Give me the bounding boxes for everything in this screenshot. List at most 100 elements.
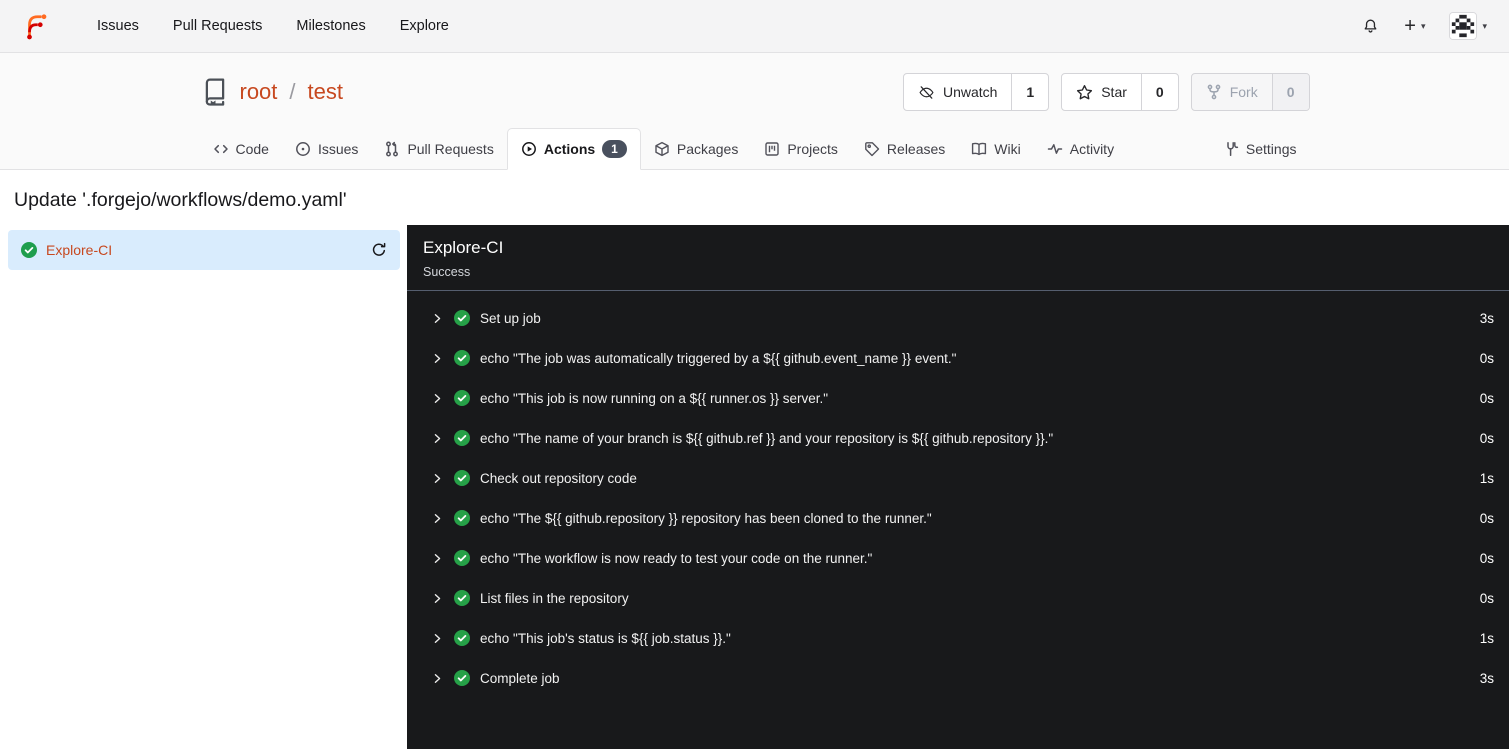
navbar-right: + ▾ ▾ xyxy=(1361,12,1487,40)
step-duration: 0s xyxy=(1479,350,1494,366)
nav-item-pull-requests[interactable]: Pull Requests xyxy=(156,18,279,34)
tab-settings[interactable]: Settings xyxy=(1210,128,1310,170)
success-check-icon xyxy=(454,430,470,446)
success-check-icon xyxy=(21,242,37,258)
step-row[interactable]: Check out repository code 1s xyxy=(407,458,1509,498)
success-check-icon xyxy=(454,510,470,526)
step-row[interactable]: Set up job 3s xyxy=(407,298,1509,338)
repo-owner-link[interactable]: root xyxy=(240,79,278,105)
job-name: Explore-CI xyxy=(46,242,113,258)
nav-item-explore[interactable]: Explore xyxy=(383,18,466,34)
eye-slash-icon xyxy=(918,84,935,101)
step-row[interactable]: Complete job 3s xyxy=(407,658,1509,698)
step-duration: 0s xyxy=(1479,390,1494,406)
tab-pull-requests[interactable]: Pull Requests xyxy=(371,128,506,170)
chevron-right-icon[interactable] xyxy=(432,393,444,404)
fork-icon xyxy=(1206,84,1222,100)
step-name: echo "The workflow is now ready to test … xyxy=(480,550,873,566)
create-new-menu[interactable]: + ▾ xyxy=(1404,16,1425,36)
issue-icon xyxy=(296,142,310,156)
step-name: echo "This job's status is ${{ job.statu… xyxy=(480,630,731,646)
chevron-right-icon[interactable] xyxy=(432,313,444,324)
star-label: Star xyxy=(1101,84,1127,100)
step-duration: 3s xyxy=(1479,670,1494,686)
step-row[interactable]: List files in the repository 0s xyxy=(407,578,1509,618)
success-check-icon xyxy=(454,550,470,566)
user-menu[interactable]: ▾ xyxy=(1449,12,1487,40)
job-item-explore-ci[interactable]: Explore-CI xyxy=(8,230,400,270)
success-check-icon xyxy=(454,670,470,686)
step-duration: 1s xyxy=(1479,630,1494,646)
project-icon xyxy=(765,142,780,156)
tab-activity[interactable]: Activity xyxy=(1034,128,1127,170)
success-check-icon xyxy=(454,590,470,606)
nav-item-milestones[interactable]: Milestones xyxy=(279,18,382,34)
tab-packages[interactable]: Packages xyxy=(641,128,751,170)
success-check-icon xyxy=(454,350,470,366)
forgejo-logo-icon[interactable] xyxy=(22,11,52,41)
nav-item-issues[interactable]: Issues xyxy=(80,18,156,34)
page-title: Update '.forgejo/workflows/demo.yaml' xyxy=(14,189,347,211)
tab-actions[interactable]: Actions 1 xyxy=(506,128,641,170)
unwatch-button[interactable]: Unwatch 1 xyxy=(902,73,1050,111)
success-check-icon xyxy=(454,310,470,326)
step-duration: 0s xyxy=(1479,430,1494,446)
step-row[interactable]: echo "The name of your branch is ${{ git… xyxy=(407,418,1509,458)
chevron-right-icon[interactable] xyxy=(432,633,444,644)
tab-issues[interactable]: Issues xyxy=(282,128,371,170)
step-name: Set up job xyxy=(480,310,541,326)
rerun-refresh-icon[interactable] xyxy=(371,242,387,258)
tab-wiki[interactable]: Wiki xyxy=(958,128,1033,170)
chevron-right-icon[interactable] xyxy=(432,433,444,444)
code-icon xyxy=(213,144,228,154)
step-row[interactable]: echo "This job is now running on a ${{ r… xyxy=(407,378,1509,418)
step-name: Complete job xyxy=(480,670,560,686)
notifications-bell-icon[interactable] xyxy=(1361,17,1380,36)
chevron-right-icon[interactable] xyxy=(432,553,444,564)
fork-button: Fork 0 xyxy=(1190,73,1310,111)
chevron-right-icon[interactable] xyxy=(432,593,444,604)
step-duration: 0s xyxy=(1479,550,1494,566)
star-count[interactable]: 0 xyxy=(1140,74,1178,110)
tab-code[interactable]: Code xyxy=(200,128,282,170)
repo-book-icon xyxy=(200,77,230,107)
pull-request-icon xyxy=(386,141,399,157)
top-navbar: Issues Pull Requests Milestones Explore … xyxy=(0,0,1509,53)
job-title: Explore-CI xyxy=(423,238,504,257)
step-row[interactable]: echo "The workflow is now ready to test … xyxy=(407,538,1509,578)
repo-action-buttons: Unwatch 1 Star 0 Fork 0 xyxy=(902,73,1310,111)
step-duration: 1s xyxy=(1479,470,1494,486)
step-name: echo "This job is now running on a ${{ r… xyxy=(480,390,829,406)
fork-label: Fork xyxy=(1229,84,1258,100)
watch-count[interactable]: 1 xyxy=(1011,74,1048,110)
success-check-icon xyxy=(454,630,470,646)
step-row[interactable]: echo "The ${{ github.repository }} repos… xyxy=(407,498,1509,538)
actions-count-badge: 1 xyxy=(602,139,627,159)
chevron-right-icon[interactable] xyxy=(432,353,444,364)
star-button[interactable]: Star 0 xyxy=(1061,73,1179,111)
workflow-run-view: Explore-CI Explore-CI Success Set up job… xyxy=(0,225,1509,749)
step-row[interactable]: echo "This job's status is ${{ job.statu… xyxy=(407,618,1509,658)
repo-separator: / xyxy=(289,79,296,104)
chevron-right-icon[interactable] xyxy=(432,473,444,484)
step-name: echo "The ${{ github.repository }} repos… xyxy=(480,510,932,526)
success-check-icon xyxy=(454,390,470,406)
chevron-right-icon[interactable] xyxy=(432,513,444,524)
repo-name-link[interactable]: test xyxy=(308,79,343,105)
repo-tabbar: Code Issues Pull Requests Actions 1 Pack… xyxy=(0,127,1509,170)
tab-projects[interactable]: Projects xyxy=(751,128,851,170)
job-status-text: Success xyxy=(423,265,471,279)
step-row[interactable]: echo "The job was automatically triggere… xyxy=(407,338,1509,378)
play-circle-icon xyxy=(521,142,536,156)
tag-icon xyxy=(865,142,880,157)
steps-list: Set up job 3s echo "The job was automati… xyxy=(407,291,1509,698)
chevron-right-icon[interactable] xyxy=(432,673,444,684)
job-log-panel: Explore-CI Success Set up job 3s echo "T… xyxy=(407,225,1509,749)
step-duration: 0s xyxy=(1479,510,1494,526)
tab-releases[interactable]: Releases xyxy=(851,128,958,170)
success-check-icon xyxy=(454,470,470,486)
step-duration: 3s xyxy=(1479,310,1494,326)
tools-icon xyxy=(1227,142,1239,156)
unwatch-label: Unwatch xyxy=(942,84,998,100)
fork-count: 0 xyxy=(1271,74,1309,110)
